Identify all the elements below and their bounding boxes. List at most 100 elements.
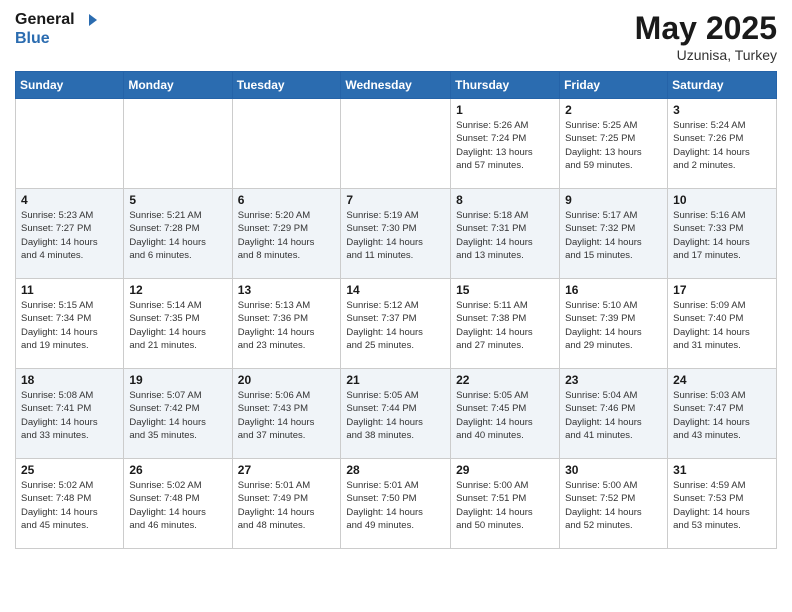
day-number: 27 [238,463,336,477]
table-row: 15 Sunrise: 5:11 AMSunset: 7:38 PMDayligh… [451,279,560,369]
day-number: 20 [238,373,336,387]
col-saturday: Saturday [668,72,777,99]
day-number: 12 [129,283,226,297]
table-row: 30 Sunrise: 5:00 AMSunset: 7:52 PMDayligh… [560,459,668,549]
day-number: 13 [238,283,336,297]
day-info: Sunrise: 5:13 AMSunset: 7:36 PMDaylight:… [238,299,336,352]
header: General Blue May 2025 Uzunisa, Turkey [15,10,777,63]
day-info: Sunrise: 5:06 AMSunset: 7:43 PMDaylight:… [238,389,336,442]
day-info: Sunrise: 5:19 AMSunset: 7:30 PMDaylight:… [346,209,445,262]
day-number: 6 [238,193,336,207]
day-info: Sunrise: 5:26 AMSunset: 7:24 PMDaylight:… [456,119,554,172]
day-info: Sunrise: 5:21 AMSunset: 7:28 PMDaylight:… [129,209,226,262]
day-number: 17 [673,283,771,297]
col-sunday: Sunday [16,72,124,99]
day-number: 11 [21,283,118,297]
table-row: 21 Sunrise: 5:05 AMSunset: 7:44 PMDayligh… [341,369,451,459]
day-info: Sunrise: 5:09 AMSunset: 7:40 PMDaylight:… [673,299,771,352]
day-info: Sunrise: 5:02 AMSunset: 7:48 PMDaylight:… [129,479,226,532]
day-number: 15 [456,283,554,297]
calendar-week-row: 4 Sunrise: 5:23 AMSunset: 7:27 PMDaylight… [16,189,777,279]
day-number: 8 [456,193,554,207]
day-number: 18 [21,373,118,387]
col-thursday: Thursday [451,72,560,99]
table-row: 6Sunrise: 5:20 AMSunset: 7:29 PMDaylight… [232,189,341,279]
day-info: Sunrise: 5:17 AMSunset: 7:32 PMDaylight:… [565,209,662,262]
calendar-week-row: 18 Sunrise: 5:08 AMSunset: 7:41 PMDayligh… [16,369,777,459]
day-number: 10 [673,193,771,207]
day-info: Sunrise: 5:12 AMSunset: 7:37 PMDaylight:… [346,299,445,352]
day-number: 25 [21,463,118,477]
day-number: 14 [346,283,445,297]
table-row [232,99,341,189]
calendar-week-row: 25 Sunrise: 5:02 AMSunset: 7:48 PMDayligh… [16,459,777,549]
title-block: May 2025 Uzunisa, Turkey [635,10,777,63]
table-row: 16 Sunrise: 5:10 AMSunset: 7:39 PMDayligh… [560,279,668,369]
table-row [341,99,451,189]
day-info: Sunrise: 5:25 AMSunset: 7:25 PMDaylight:… [565,119,662,172]
day-number: 29 [456,463,554,477]
table-row: 8 Sunrise: 5:18 AMSunset: 7:31 PMDaylight… [451,189,560,279]
day-info: Sunrise: 5:10 AMSunset: 7:39 PMDaylight:… [565,299,662,352]
day-number: 2 [565,103,662,117]
day-number: 28 [346,463,445,477]
day-number: 9 [565,193,662,207]
table-row: 10 Sunrise: 5:16 AMSunset: 7:33 PMDayligh… [668,189,777,279]
month-title: May 2025 [635,10,777,47]
day-info: Sunrise: 5:07 AMSunset: 7:42 PMDaylight:… [129,389,226,442]
day-info: Sunrise: 5:23 AMSunset: 7:27 PMDaylight:… [21,209,118,262]
day-info: Sunrise: 5:00 AMSunset: 7:52 PMDaylight:… [565,479,662,532]
table-row: 13 Sunrise: 5:13 AMSunset: 7:36 PMDayligh… [232,279,341,369]
day-info: Sunrise: 5:15 AMSunset: 7:34 PMDaylight:… [21,299,118,352]
day-number: 26 [129,463,226,477]
table-row: 23 Sunrise: 5:04 AMSunset: 7:46 PMDayligh… [560,369,668,459]
table-row: 24 Sunrise: 5:03 AMSunset: 7:47 PMDayligh… [668,369,777,459]
day-info: Sunrise: 5:16 AMSunset: 7:33 PMDaylight:… [673,209,771,262]
day-number: 16 [565,283,662,297]
day-number: 3 [673,103,771,117]
day-number: 21 [346,373,445,387]
table-row: 14 Sunrise: 5:12 AMSunset: 7:37 PMDayligh… [341,279,451,369]
calendar-week-row: 1Sunrise: 5:26 AMSunset: 7:24 PMDaylight… [16,99,777,189]
table-row: 28 Sunrise: 5:01 AMSunset: 7:50 PMDayligh… [341,459,451,549]
day-info: Sunrise: 5:05 AMSunset: 7:44 PMDaylight:… [346,389,445,442]
table-row: 19 Sunrise: 5:07 AMSunset: 7:42 PMDayligh… [124,369,232,459]
day-info: Sunrise: 5:04 AMSunset: 7:46 PMDaylight:… [565,389,662,442]
day-number: 30 [565,463,662,477]
day-info: Sunrise: 4:59 AMSunset: 7:53 PMDaylight:… [673,479,771,532]
day-info: Sunrise: 5:14 AMSunset: 7:35 PMDaylight:… [129,299,226,352]
day-info: Sunrise: 5:08 AMSunset: 7:41 PMDaylight:… [21,389,118,442]
day-number: 31 [673,463,771,477]
calendar-header-row: Sunday Monday Tuesday Wednesday Thursday… [16,72,777,99]
table-row: 4 Sunrise: 5:23 AMSunset: 7:27 PMDaylight… [16,189,124,279]
day-info: Sunrise: 5:02 AMSunset: 7:48 PMDaylight:… [21,479,118,532]
day-number: 5 [129,193,226,207]
day-number: 19 [129,373,226,387]
day-info: Sunrise: 5:00 AMSunset: 7:51 PMDaylight:… [456,479,554,532]
table-row [16,99,124,189]
day-info: Sunrise: 5:03 AMSunset: 7:47 PMDaylight:… [673,389,771,442]
col-monday: Monday [124,72,232,99]
table-row: 29 Sunrise: 5:00 AMSunset: 7:51 PMDayligh… [451,459,560,549]
day-info: Sunrise: 5:24 AMSunset: 7:26 PMDaylight:… [673,119,771,172]
col-friday: Friday [560,72,668,99]
col-wednesday: Wednesday [341,72,451,99]
table-row: 17 Sunrise: 5:09 AMSunset: 7:40 PMDayligh… [668,279,777,369]
table-row: 26 Sunrise: 5:02 AMSunset: 7:48 PMDayligh… [124,459,232,549]
day-number: 4 [21,193,118,207]
table-row: 2 Sunrise: 5:25 AMSunset: 7:25 PMDaylight… [560,99,668,189]
day-number: 23 [565,373,662,387]
table-row: 25 Sunrise: 5:02 AMSunset: 7:48 PMDayligh… [16,459,124,549]
calendar-week-row: 11 Sunrise: 5:15 AMSunset: 7:34 PMDayligh… [16,279,777,369]
day-info: Sunrise: 5:01 AMSunset: 7:50 PMDaylight:… [346,479,445,532]
table-row: 11 Sunrise: 5:15 AMSunset: 7:34 PMDayligh… [16,279,124,369]
table-row: 18 Sunrise: 5:08 AMSunset: 7:41 PMDayligh… [16,369,124,459]
day-number: 24 [673,373,771,387]
table-row: 22 Sunrise: 5:05 AMSunset: 7:45 PMDayligh… [451,369,560,459]
day-info: Sunrise: 5:05 AMSunset: 7:45 PMDaylight:… [456,389,554,442]
day-info: Sunrise: 5:18 AMSunset: 7:31 PMDaylight:… [456,209,554,262]
table-row: 9 Sunrise: 5:17 AMSunset: 7:32 PMDaylight… [560,189,668,279]
day-info: Sunrise: 5:11 AMSunset: 7:38 PMDaylight:… [456,299,554,352]
day-number: 22 [456,373,554,387]
table-row: 5 Sunrise: 5:21 AMSunset: 7:28 PMDaylight… [124,189,232,279]
